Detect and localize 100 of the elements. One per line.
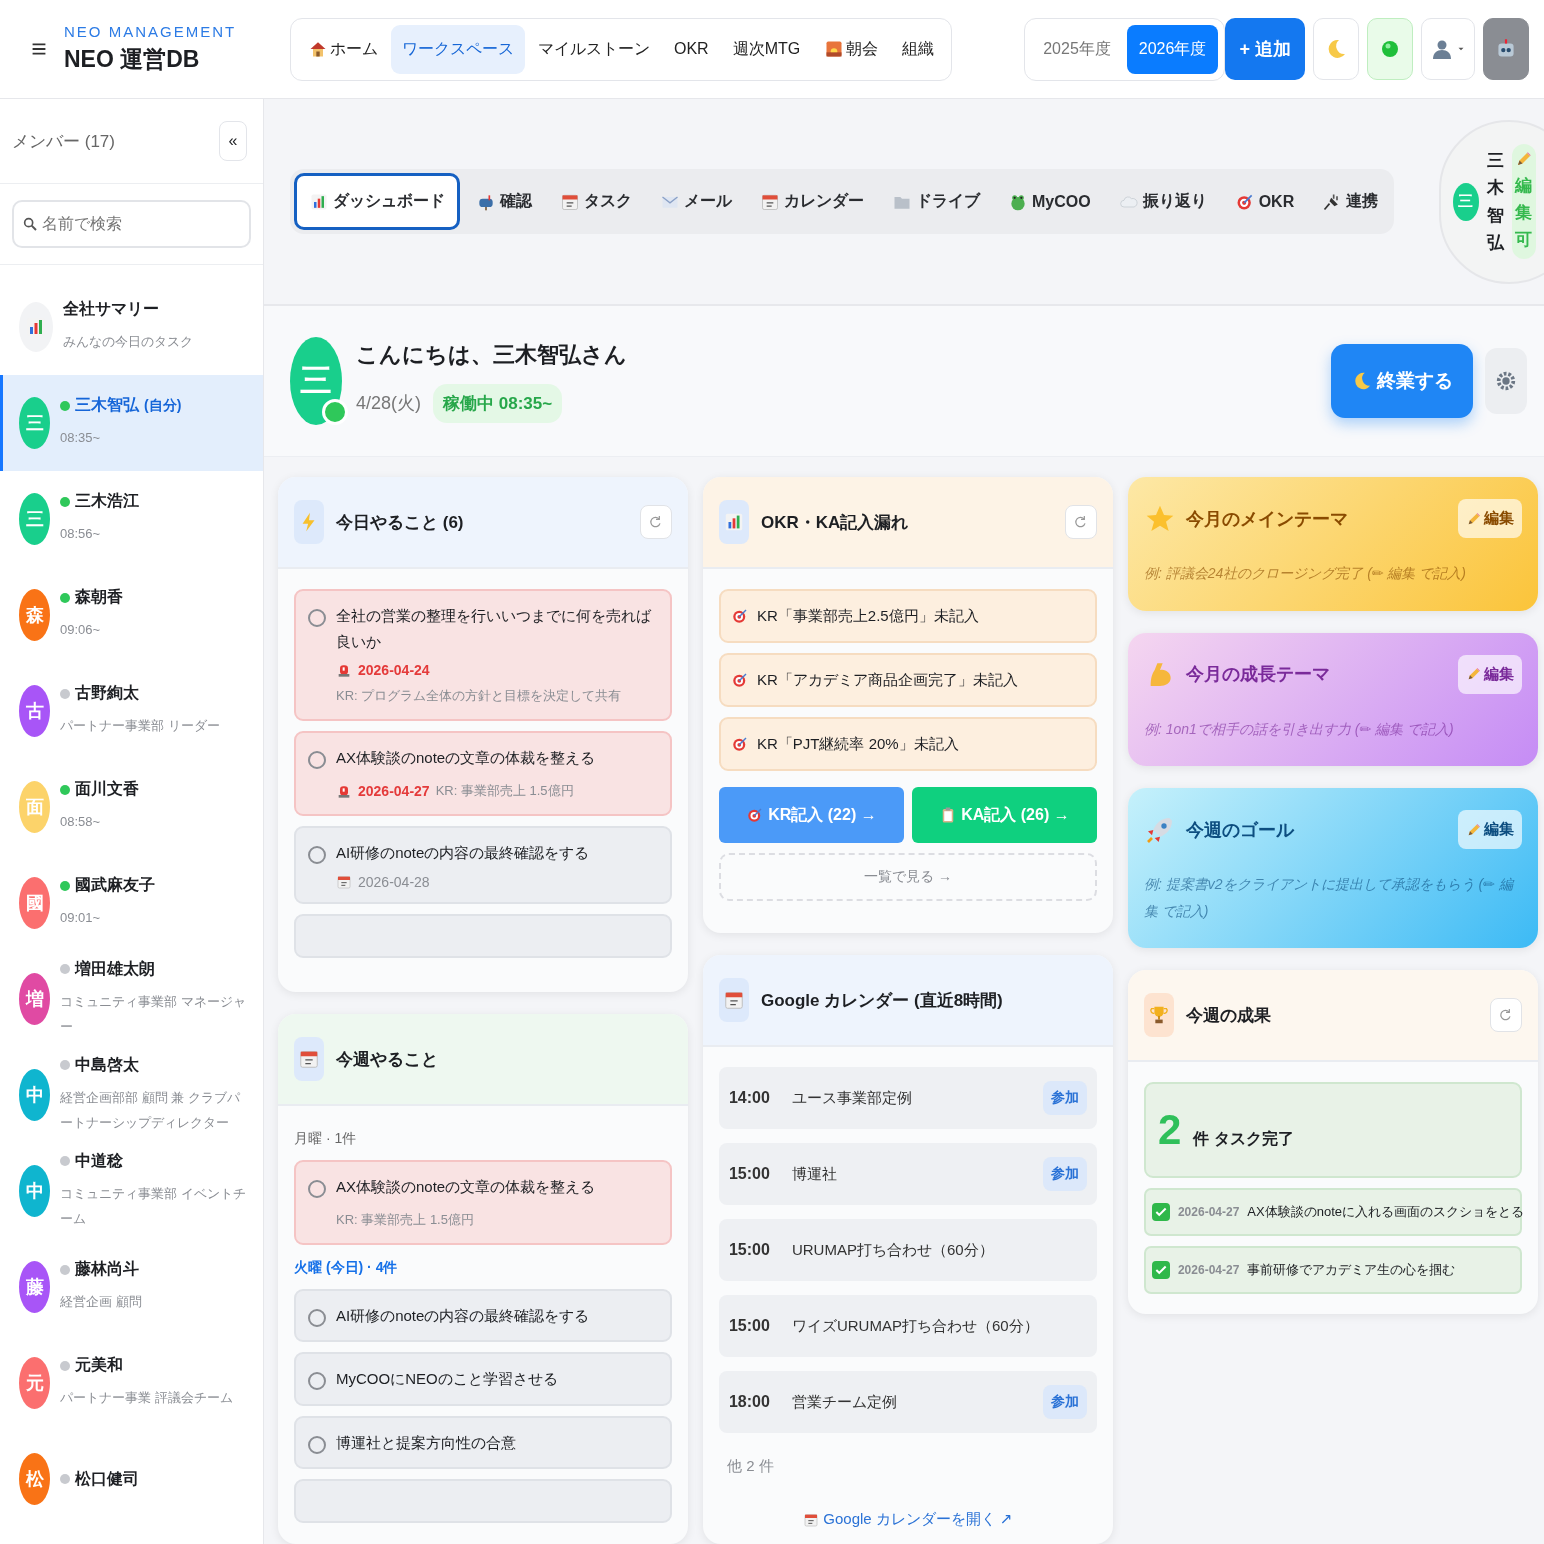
calendar-event[interactable]: 15:00 ワイズURUMAP打ち合わせ（60分） <box>718 1295 1097 1357</box>
completed-task[interactable]: 2026-04-27 AX体験談のnoteに入れる画面のスクショをとる <box>1143 1188 1522 1237</box>
tab[interactable]: カレンダー <box>748 173 876 230</box>
tab[interactable]: MyCOO <box>996 173 1103 230</box>
join-button[interactable]: 参加 <box>1042 1081 1087 1115</box>
task-card[interactable]: 全社の営業の整理を行いいつまでに何を売れば良いか 2026-04-24 KR: プログラム全体の方針と目標を決定して共有 <box>294 589 672 722</box>
tab[interactable]: メール <box>648 173 744 230</box>
calendar-event[interactable]: 14:00 ユース事業部定例 参加 <box>718 1067 1097 1129</box>
task-card[interactable]: AI研修のnoteの内容の最終確認をする <box>294 1288 672 1343</box>
member-item[interactable]: 三 三木智弘 (自分) 08:35~ <box>0 375 263 471</box>
tab[interactable]: OKR <box>1222 173 1307 230</box>
tab[interactable]: 確認 <box>464 173 544 230</box>
member-item[interactable]: 元 元美和 パートナー事業 評議会チーム <box>0 1335 263 1431</box>
nav-item[interactable]: 朝会 <box>813 24 890 74</box>
member-avatar: 中 <box>19 1165 50 1217</box>
member-item[interactable]: 中 中島啓太 経営企画部部 顧問 兼 クラブパートナーシップディレクター <box>0 1047 263 1143</box>
nav-item[interactable]: OKR <box>663 24 720 74</box>
refresh-button[interactable] <box>639 505 672 539</box>
tab[interactable]: ダッシュボード <box>294 173 460 230</box>
member-avatar: 増 <box>19 973 50 1025</box>
year-button[interactable]: 2026年度 <box>1126 24 1219 74</box>
edit-button[interactable]: 編集 <box>1457 810 1522 850</box>
completed-count: 2 <box>1157 1106 1182 1155</box>
task-checkbox[interactable] <box>308 1435 326 1454</box>
nav-item[interactable]: 組織 <box>891 24 946 74</box>
edit-button[interactable]: 編集 <box>1457 654 1522 694</box>
profile-pill[interactable]: 三 三木智弘 編集可 <box>1438 119 1544 284</box>
refresh-button[interactable] <box>1489 998 1522 1033</box>
calendar-event[interactable]: 15:00 URUMAP打ち合わせ（60分） <box>718 1219 1097 1281</box>
refresh-button[interactable] <box>1064 505 1097 539</box>
day-label: 月曜 · 1件 <box>294 1130 358 1148</box>
task-card[interactable]: AX体験談のnoteの文章の体裁を整える 2026-04-27 KR: 事業部売上 1.5億円 <box>294 731 672 817</box>
calendar-event[interactable]: 18:00 営業チーム定例 参加 <box>718 1371 1097 1433</box>
year-button[interactable]: 2025年度 <box>1031 24 1123 74</box>
nav-item[interactable]: ホーム <box>297 24 389 74</box>
member-name: 藤林尚斗 <box>75 1259 139 1280</box>
okr-alert[interactable]: KR「PJT継続率 20%」未記入 <box>718 717 1097 771</box>
task-checkbox[interactable] <box>308 751 326 770</box>
edit-button[interactable]: 編集 <box>1457 499 1522 538</box>
settings-button[interactable] <box>1484 348 1527 414</box>
user-menu-button[interactable] <box>1420 18 1475 80</box>
okr-alert[interactable]: KR「アカデミア商品企画完了」未記入 <box>718 653 1097 707</box>
member-item[interactable]: 藤 藤林尚斗 経営企画 顧問 <box>0 1239 263 1335</box>
member-item[interactable]: 松 松口健司 <box>0 1431 263 1527</box>
member-name: 森朝香 <box>75 587 123 608</box>
task-checkbox[interactable] <box>308 1308 326 1327</box>
task-card[interactable]: 博運社と提案方向性の合意 <box>294 1415 672 1470</box>
add-button[interactable]: + 追加 <box>1225 18 1305 80</box>
collapse-button[interactable]: « <box>219 121 247 161</box>
summary-item[interactable]: 全社サマリー みんなの今日のタスク <box>0 279 263 375</box>
okr-alert[interactable]: KR「事業部売上2.5億円」未記入 <box>718 589 1097 643</box>
member-subtitle: 08:58~ <box>60 813 102 832</box>
nav-item[interactable]: マイルストーン <box>527 24 661 74</box>
nav-item[interactable]: ワークスペース <box>391 24 525 74</box>
member-item[interactable]: 森 森朝香 09:06~ <box>0 567 263 663</box>
task-card[interactable]: AX体験談のnoteの文章の体裁を整える KR: 事業部売上 1.5億円 <box>294 1160 672 1245</box>
calendar-icon <box>298 1048 320 1070</box>
member-name: 元美和 <box>75 1355 123 1376</box>
dark-mode-button[interactable] <box>1312 18 1359 80</box>
join-button[interactable]: 参加 <box>1042 1385 1087 1419</box>
tab[interactable]: 振り返り <box>1106 173 1219 230</box>
calendar-event[interactable]: 15:00 博運社 参加 <box>718 1143 1097 1205</box>
open-calendar-link[interactable]: Google カレンダーを開く ↗ <box>803 1510 1013 1529</box>
member-subtitle: 08:56~ <box>60 525 102 544</box>
join-button[interactable]: 参加 <box>1042 1157 1087 1191</box>
due-date: 2026-04-28 <box>358 873 430 890</box>
assistant-button[interactable] <box>1482 18 1529 80</box>
status-button[interactable] <box>1366 18 1413 80</box>
theme-example: 例: 提案書v2をクライアントに提出して承認をもらう (✏ 編集 で記入) <box>1143 875 1516 921</box>
task-card[interactable]: AI研修のnoteの内容の最終確認をする 2026-04-28 <box>294 826 672 904</box>
member-subtitle: みんなの今日のタスク <box>63 333 193 352</box>
member-item[interactable]: 三 三木浩江 08:56~ <box>0 471 263 567</box>
due-date: 2026-04-24 <box>358 662 430 678</box>
member-subtitle: パートナー事業 評議会チーム <box>60 1389 233 1408</box>
task-checkbox[interactable] <box>308 609 326 627</box>
task-card[interactable]: MyCOOにNEOのこと学習させる <box>294 1352 672 1406</box>
tab[interactable]: 連携 <box>1310 173 1391 230</box>
nav-item[interactable]: 週次MTG <box>721 24 812 74</box>
target-icon <box>730 671 749 689</box>
member-item[interactable]: 中 中道稔 コミュニティ事業部 イベントチーム <box>0 1143 263 1239</box>
member-item[interactable]: 面 面川文香 08:58~ <box>0 759 263 855</box>
tab[interactable]: タスク <box>548 173 644 230</box>
member-item[interactable]: 増 増田雄太朗 コミュニティ事業部 マネージャー <box>0 951 263 1047</box>
member-name: 松口健司 <box>75 1468 139 1489</box>
member-item[interactable]: 古 古野絢太 パートナー事業部 リーダー <box>0 663 263 759</box>
member-item[interactable]: 國 國武麻友子 09:01~ <box>0 855 263 951</box>
task-checkbox[interactable] <box>308 1372 326 1391</box>
card-title: Google カレンダー (直近8時間) <box>760 989 1003 1012</box>
theme-title: 今月のメインテーマ <box>1185 507 1348 531</box>
task-checkbox[interactable] <box>308 1180 326 1198</box>
tab[interactable]: ドライブ <box>880 173 992 230</box>
refresh-icon <box>1072 514 1089 530</box>
completed-title: AX体験談のnoteに入れる画面のスクショをとる <box>1247 1203 1524 1222</box>
completed-task[interactable]: 2026-04-27 事前研修でアカデミア生の心を掴む <box>1143 1246 1522 1295</box>
member-name: 中島啓太 <box>75 1054 139 1075</box>
task-checkbox[interactable] <box>308 846 326 865</box>
end-work-button[interactable]: 終業する <box>1330 344 1473 418</box>
okr-alert-text: KR「事業部売上2.5億円」未記入 <box>756 606 979 626</box>
search-field[interactable]: 名前で検索 <box>12 200 251 248</box>
member-name: 中道稔 <box>75 1150 123 1171</box>
